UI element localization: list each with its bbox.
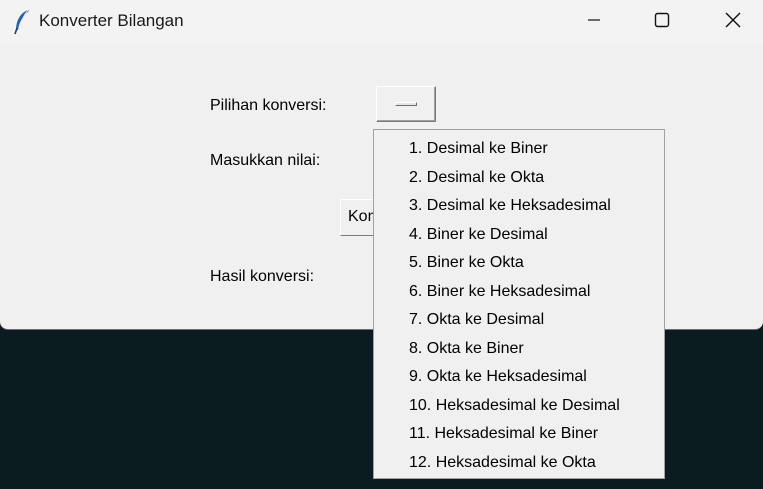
menu-item[interactable]: 10. Heksadesimal ke Desimal: [374, 392, 664, 421]
title-bar[interactable]: Konverter Bilangan: [0, 0, 763, 44]
menu-item[interactable]: 12. Heksadesimal ke Okta: [374, 449, 664, 478]
close-icon: [725, 12, 741, 33]
maximize-button[interactable]: [639, 0, 685, 44]
feather-icon: [12, 9, 32, 35]
close-button[interactable]: [710, 0, 756, 44]
dropdown-indicator-icon: [395, 102, 417, 106]
menu-item[interactable]: 9. Okta ke Heksadesimal: [374, 363, 664, 392]
result-label: Hasil konversi:: [210, 268, 315, 285]
menu-item[interactable]: 8. Okta ke Biner: [374, 335, 664, 364]
window-title: Konverter Bilangan: [39, 11, 184, 30]
menu-item[interactable]: 1. Desimal ke Biner: [374, 135, 664, 164]
maximize-icon: [654, 12, 670, 33]
value-input-label: Masukkan nilai:: [210, 152, 321, 169]
menu-item[interactable]: 6. Biner ke Heksadesimal: [374, 278, 664, 307]
menu-item[interactable]: 7. Okta ke Desimal: [374, 306, 664, 335]
conversion-option-dropdown[interactable]: [376, 86, 436, 122]
menu-item[interactable]: 2. Desimal ke Okta: [374, 164, 664, 193]
minimize-button[interactable]: [571, 0, 617, 44]
minimize-icon: [587, 13, 601, 32]
conversion-option-label: Pilihan konversi:: [210, 97, 327, 114]
menu-item[interactable]: 3. Desimal ke Heksadesimal: [374, 192, 664, 221]
menu-item[interactable]: 5. Biner ke Okta: [374, 249, 664, 278]
conversion-option-menu: 1. Desimal ke Biner 2. Desimal ke Okta 3…: [373, 129, 665, 479]
menu-item[interactable]: 4. Biner ke Desimal: [374, 221, 664, 250]
menu-item[interactable]: 11. Heksadesimal ke Biner: [374, 420, 664, 449]
